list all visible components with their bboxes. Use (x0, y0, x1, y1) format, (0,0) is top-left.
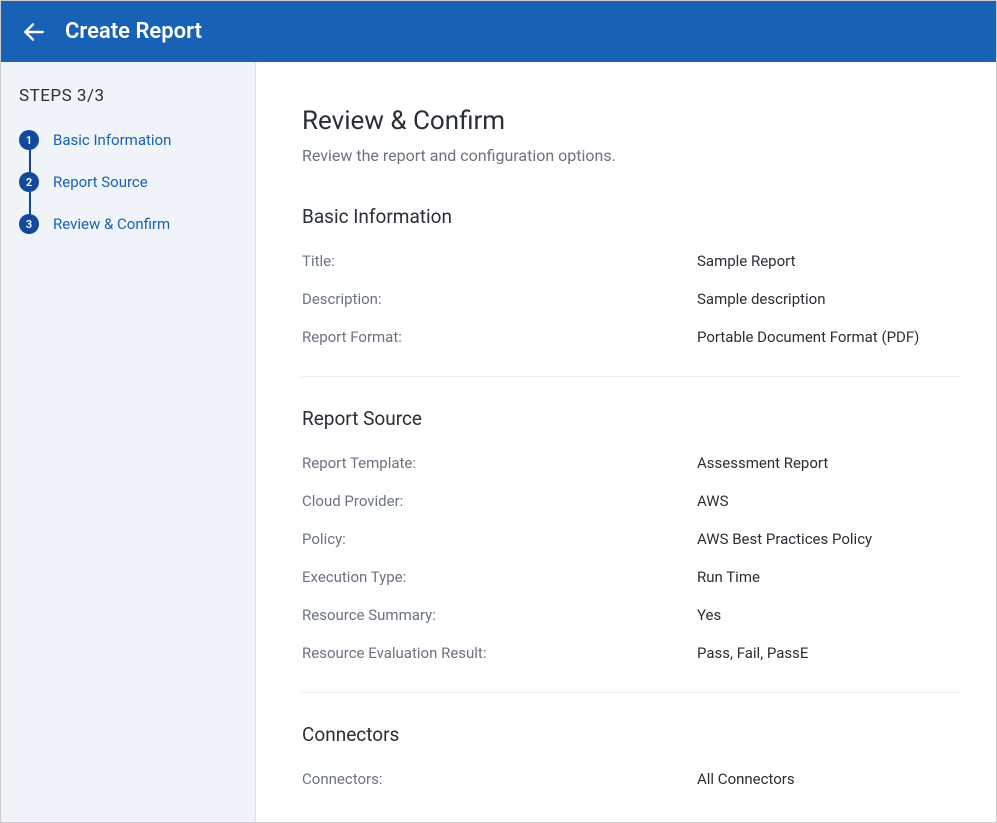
header-title: Create Report (65, 19, 202, 44)
field-label: Cloud Provider: (302, 492, 697, 510)
section-basic-information: Basic Information Title: Sample Report D… (302, 205, 960, 377)
step-label: Review & Confirm (53, 215, 170, 233)
field-label: Execution Type: (302, 568, 697, 586)
section-report-source: Report Source Report Template: Assessmen… (302, 407, 960, 693)
step-label: Basic Information (53, 131, 171, 149)
field-row: Policy: AWS Best Practices Policy (302, 530, 960, 548)
field-row: Execution Type: Run Time (302, 568, 960, 586)
field-value: Sample description (697, 290, 826, 308)
field-row: Title: Sample Report (302, 252, 960, 270)
arrow-left-icon (21, 19, 47, 45)
section-connectors: Connectors Connectors: All Connectors (302, 723, 960, 818)
section-title: Basic Information (302, 205, 960, 228)
step-number-badge: 3 (19, 214, 39, 234)
sidebar: STEPS 3/3 1 Basic Information 2 Report S… (1, 62, 256, 822)
field-label: Resource Summary: (302, 606, 697, 624)
field-label: Description: (302, 290, 697, 308)
field-row: Cloud Provider: AWS (302, 492, 960, 510)
step-number-badge: 1 (19, 130, 39, 150)
field-label: Report Template: (302, 454, 697, 472)
field-value: Pass, Fail, PassE (697, 644, 808, 662)
field-label: Connectors: (302, 770, 697, 788)
step-connector (29, 192, 31, 216)
field-row: Resource Summary: Yes (302, 606, 960, 624)
step-number-badge: 2 (19, 172, 39, 192)
field-row: Report Template: Assessment Report (302, 454, 960, 472)
field-value: Sample Report (697, 252, 796, 270)
field-label: Resource Evaluation Result: (302, 644, 697, 662)
step-review-confirm[interactable]: 3 Review & Confirm (19, 214, 237, 234)
step-label: Report Source (53, 173, 148, 191)
section-title: Report Source (302, 407, 960, 430)
step-connector (29, 150, 31, 174)
field-label: Report Format: (302, 328, 697, 346)
field-label: Policy: (302, 530, 697, 548)
header-bar: Create Report (1, 1, 996, 62)
field-row: Resource Evaluation Result: Pass, Fail, … (302, 644, 960, 662)
steps-counter: STEPS 3/3 (19, 86, 237, 106)
field-value: Portable Document Format (PDF) (697, 328, 919, 346)
back-button[interactable] (21, 19, 47, 45)
field-value: Yes (697, 606, 721, 624)
field-value: Run Time (697, 568, 760, 586)
field-value: AWS (697, 492, 729, 510)
field-row: Connectors: All Connectors (302, 770, 960, 788)
page-title: Review & Confirm (302, 106, 960, 136)
field-value: All Connectors (697, 770, 795, 788)
field-value: Assessment Report (697, 454, 828, 472)
field-row: Report Format: Portable Document Format … (302, 328, 960, 346)
field-value: AWS Best Practices Policy (697, 530, 872, 548)
section-title: Connectors (302, 723, 960, 746)
main-content: Review & Confirm Review the report and c… (256, 62, 996, 822)
page-subtitle: Review the report and configuration opti… (302, 146, 960, 165)
field-row: Description: Sample description (302, 290, 960, 308)
step-report-source[interactable]: 2 Report Source (19, 172, 237, 214)
field-label: Title: (302, 252, 697, 270)
step-list: 1 Basic Information 2 Report Source 3 Re… (19, 130, 237, 234)
step-basic-information[interactable]: 1 Basic Information (19, 130, 237, 172)
